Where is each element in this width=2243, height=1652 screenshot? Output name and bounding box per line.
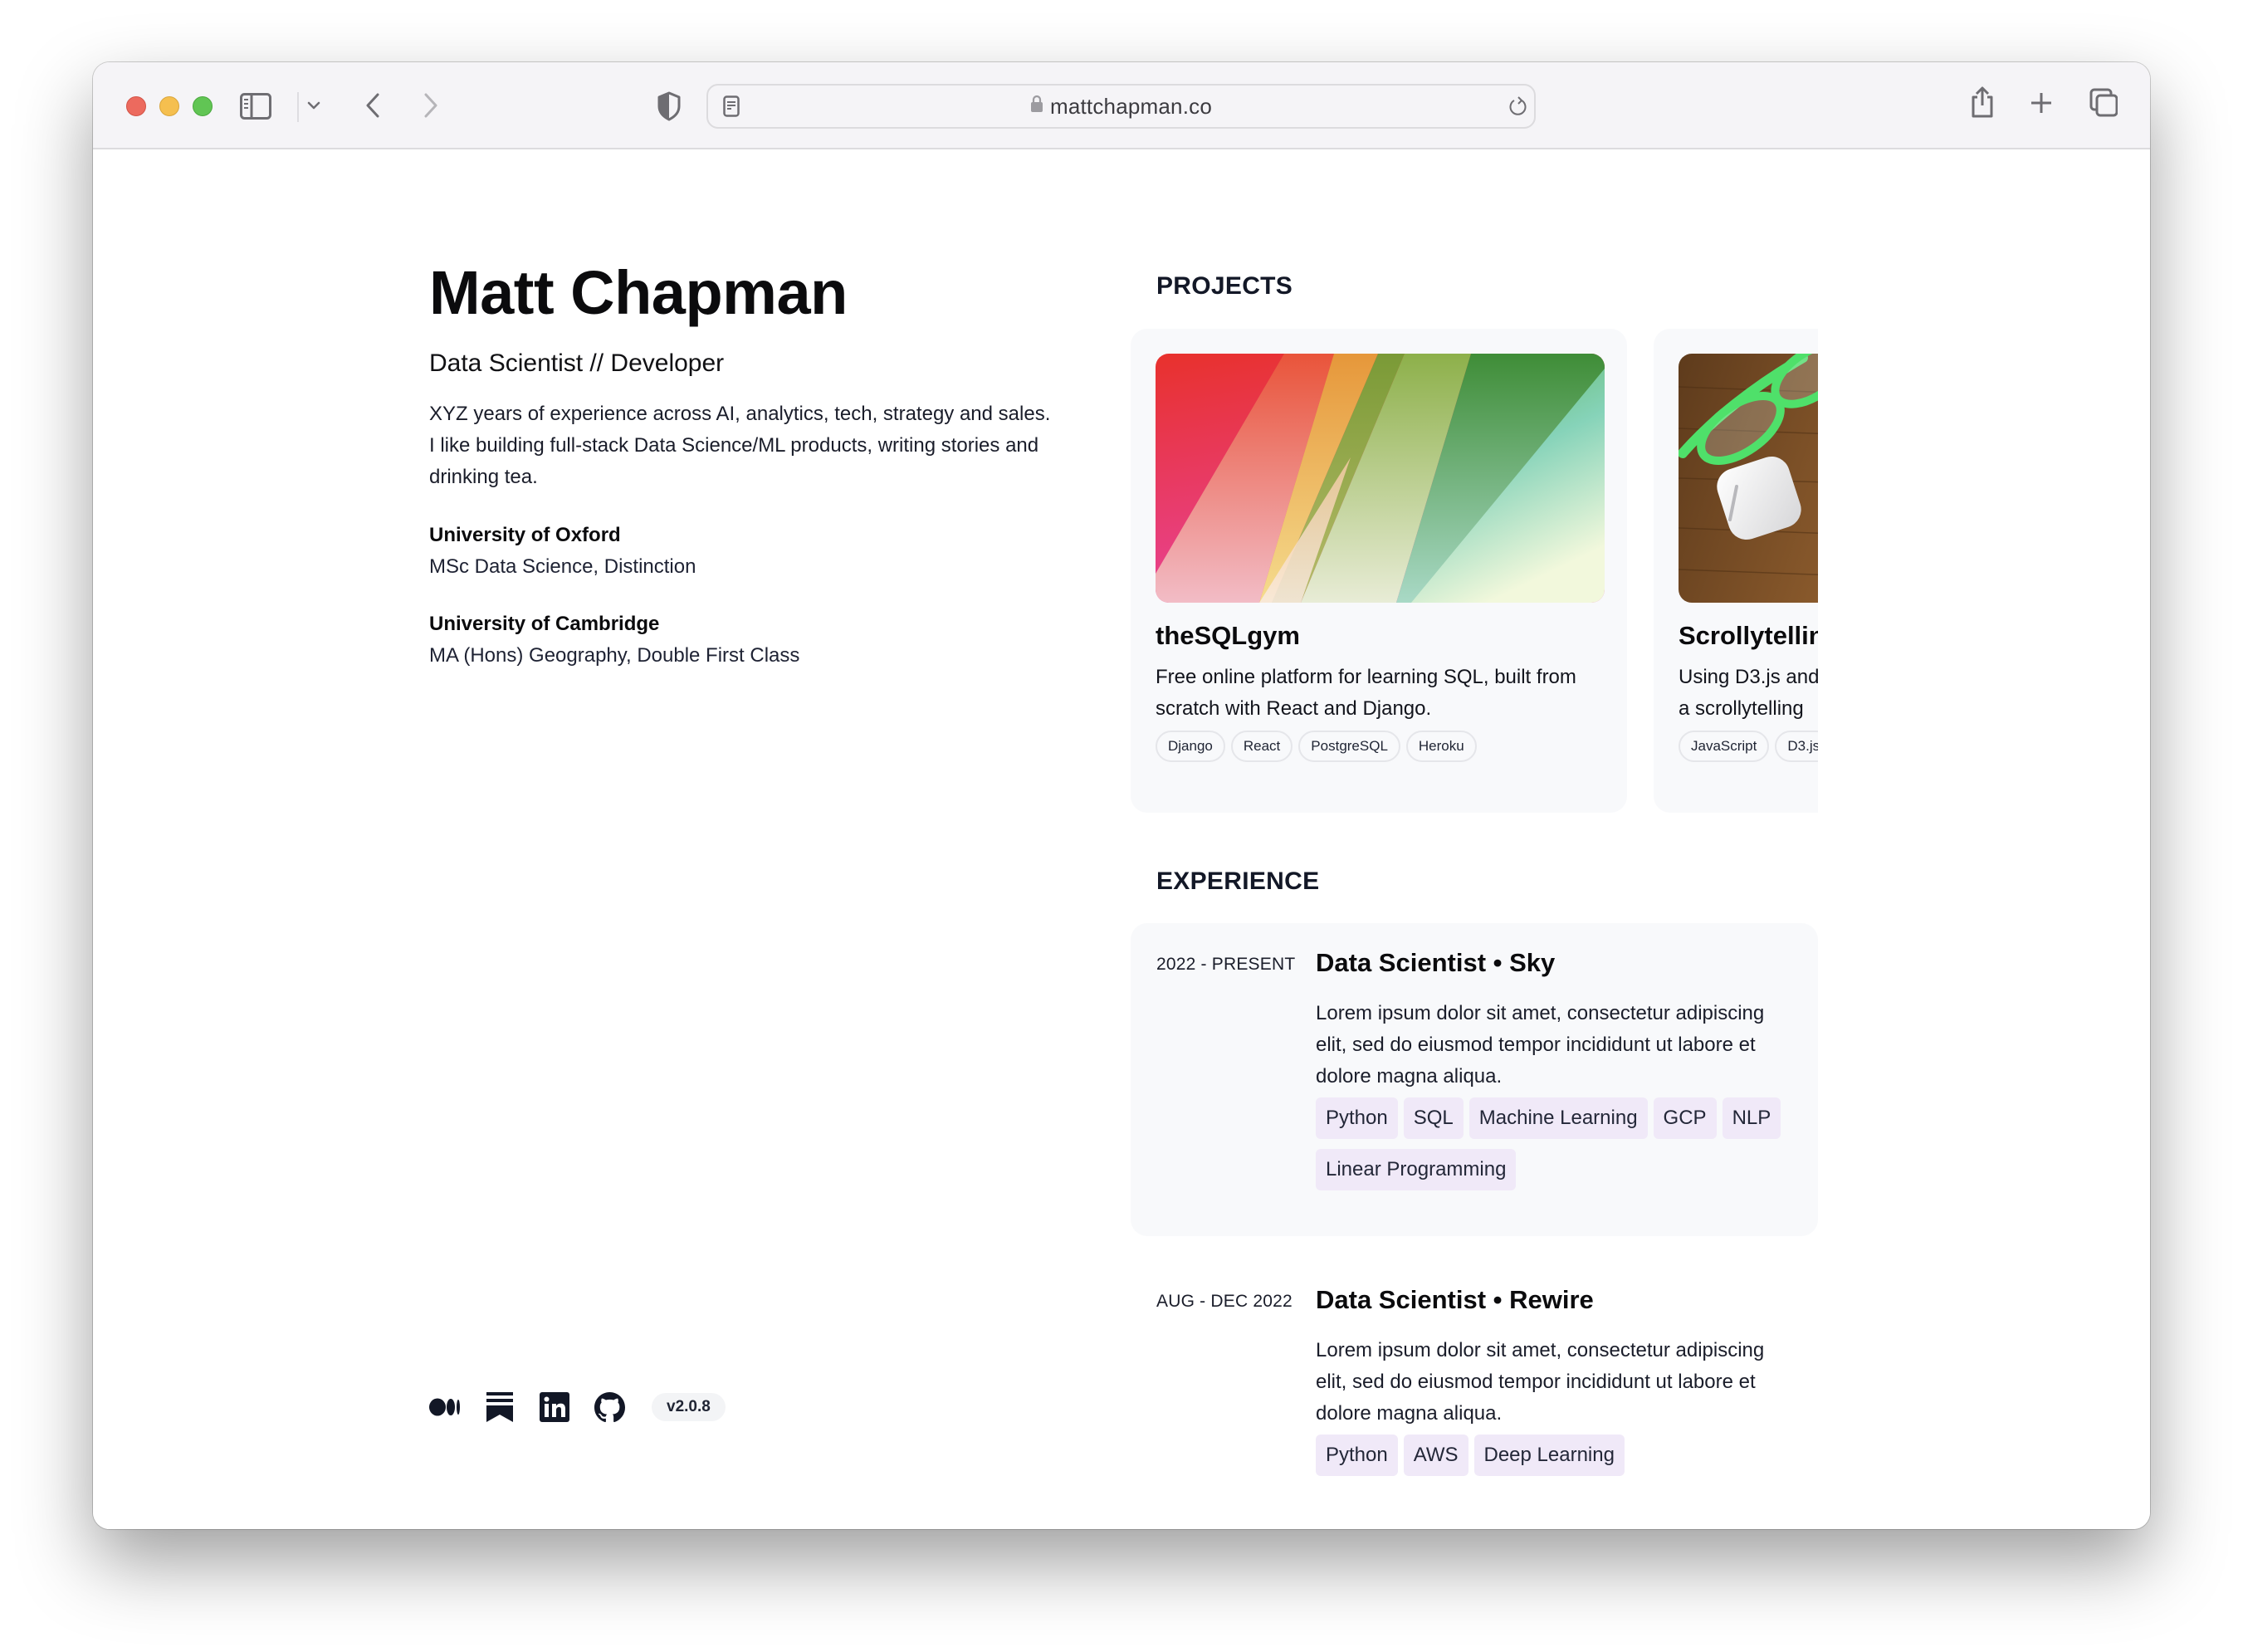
version-badge: v2.0.8 (652, 1393, 726, 1421)
toolbar-divider (297, 92, 299, 122)
project-description-line: a scrollytelling (1679, 697, 1804, 720)
share-icon[interactable] (1967, 84, 1997, 120)
browser-window: mattchapman.co Matt Chapman Data Scienti… (93, 62, 2150, 1529)
project-name[interactable]: Scrollytelling (1679, 621, 1818, 651)
url-text: mattchapman.co (1049, 94, 1212, 119)
skill-tag: NLP (1722, 1097, 1781, 1139)
project-card[interactable]: theSQLgym Free online platform for learn… (1131, 329, 1627, 813)
experience-heading: EXPERIENCE (1156, 868, 1320, 895)
project-tag: JavaScript (1679, 731, 1770, 762)
experience-tags: Python AWS Deep Learning (1316, 1435, 1814, 1486)
minimize-window-button[interactable] (159, 96, 179, 116)
project-tag: Heroku (1405, 731, 1477, 762)
skill-tag: SQL (1403, 1097, 1464, 1139)
social-links: v2.0.8 (429, 1391, 726, 1423)
tabs-overview-icon[interactable] (2089, 87, 2118, 119)
skill-tag: AWS (1403, 1435, 1468, 1476)
experience-title[interactable]: Data Scientist • Sky (1316, 948, 1555, 978)
plus-icon[interactable] (2028, 90, 2055, 116)
project-tag: D3.js (1775, 731, 1818, 762)
web-page: Matt Chapman Data Scientist // Developer… (93, 151, 2150, 1529)
projects-heading: PROJECTS (1156, 272, 1293, 300)
skill-tag: Python (1316, 1097, 1398, 1139)
close-window-button[interactable] (126, 96, 146, 116)
address-bar[interactable]: mattchapman.co (706, 84, 1536, 129)
experience-date: AUG - DEC 2022 (1156, 1292, 1293, 1311)
project-name-text: Scrollytelling (1679, 621, 1818, 650)
project-name[interactable]: theSQLgym (1156, 621, 1300, 651)
lock-icon (1030, 85, 1043, 126)
experience-title[interactable]: Data Scientist • Rewire (1316, 1285, 1594, 1315)
glasses-and-earbuds-photo (1679, 354, 1818, 603)
projects-carousel[interactable]: theSQLgym Free online platform for learn… (1131, 329, 1818, 819)
project-description-line: Using D3.js and (1679, 666, 1818, 688)
project-tags: JavaScript D3.js (1679, 731, 1818, 762)
reload-icon[interactable] (1506, 95, 1529, 119)
skill-tag: Deep Learning (1473, 1435, 1625, 1476)
profile-subtitle: Data Scientist // Developer (429, 349, 725, 377)
education-degree: MA (Hons) Geography, Double First Class (429, 644, 800, 667)
project-description: Free online platform for learning SQL, b… (1156, 666, 1576, 720)
chevron-left-icon[interactable] (360, 89, 385, 122)
skill-tag: Machine Learning (1468, 1097, 1648, 1139)
substack-icon[interactable] (484, 1391, 516, 1423)
skill-tag: Linear Programming (1316, 1149, 1517, 1190)
project-tag: Django (1156, 731, 1225, 762)
education-item: University of Cambridge MA (Hons) Geogra… (429, 609, 1060, 672)
project-tag: React (1230, 731, 1293, 762)
zoom-window-button[interactable] (193, 96, 213, 116)
education-item: University of Oxford MSc Data Science, D… (429, 520, 1060, 583)
experience-description: Lorem ipsum dolor sit amet, consectetur … (1316, 1339, 1765, 1425)
profile-bio: XYZ years of experience across AI, analy… (429, 403, 1051, 488)
project-card[interactable]: Scrollytelling Using D3.js and a scrollyt… (1654, 329, 1818, 813)
url-display[interactable]: mattchapman.co (708, 86, 1534, 127)
project-description: Using D3.js and a scrollytelling (1679, 662, 1818, 725)
project-tag: PostgreSQL (1298, 731, 1400, 762)
education-degree: MSc Data Science, Distinction (429, 555, 696, 578)
education-school: University of Oxford (429, 524, 621, 546)
medium-icon[interactable] (429, 1391, 461, 1423)
linkedin-icon[interactable] (539, 1391, 570, 1423)
experience-description: Lorem ipsum dolor sit amet, consectetur … (1316, 1002, 1765, 1087)
experience-tags: Python SQL Machine Learning GCP NLP Line… (1316, 1097, 1814, 1200)
browser-toolbar: mattchapman.co (93, 62, 2150, 149)
education-school: University of Cambridge (429, 613, 660, 635)
sidebar-icon[interactable] (239, 92, 272, 120)
project-tags: Django React PostgreSQL Heroku (1156, 731, 1483, 762)
shield-icon[interactable] (654, 90, 684, 122)
skill-tag: Python (1316, 1435, 1398, 1476)
experience-date: 2022 - PRESENT (1156, 955, 1296, 974)
chevron-right-icon[interactable] (418, 89, 443, 122)
rainbow-gradient-image (1156, 354, 1605, 603)
github-icon[interactable] (594, 1391, 625, 1423)
skill-tag: GCP (1653, 1097, 1717, 1139)
chevron-down-icon[interactable] (305, 97, 322, 114)
profile-name: Matt Chapman (429, 258, 848, 327)
